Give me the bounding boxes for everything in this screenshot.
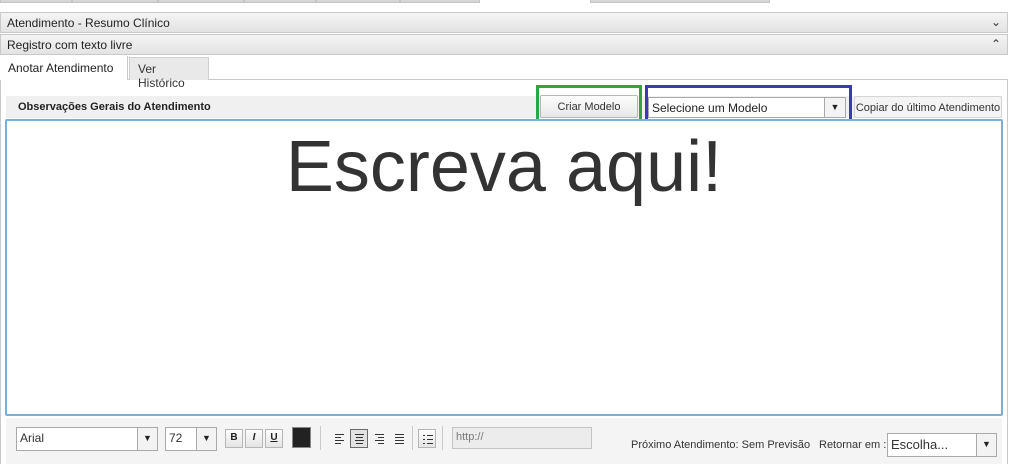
top-tab[interactable] (0, 0, 72, 3)
resumo-clinico-panel-header[interactable]: Atendimento - Resumo Clínico ⌄ (0, 12, 1008, 33)
link-url-value: http:// (456, 431, 484, 443)
registro-texto-livre-panel-header[interactable]: Registro com texto livre ⌃ (0, 34, 1008, 55)
resumo-clinico-title: Atendimento - Resumo Clínico (7, 16, 170, 30)
align-justify-button[interactable] (390, 429, 408, 448)
toolbar-separator (412, 426, 413, 450)
root: Atendimento - Resumo Clínico ⌄ Registro … (0, 0, 1015, 464)
toolbar-separator (442, 426, 443, 450)
dropdown-arrow-icon[interactable]: ▼ (976, 434, 996, 456)
font-size-value: 72 (169, 431, 183, 445)
subtabs-row: Anotar Atendimento Ver Histórico (0, 56, 1008, 90)
top-tabs-strip (0, 0, 1015, 12)
link-url-input[interactable]: http:// (452, 427, 592, 449)
font-family-value: Arial (20, 431, 45, 445)
top-tab[interactable] (590, 0, 770, 3)
retornar-em-select[interactable]: Escolha... ▼ (887, 433, 997, 457)
observacoes-title: Observações Gerais do Atendimento (18, 101, 211, 113)
registro-texto-livre-title: Registro com texto livre (7, 38, 133, 52)
dropdown-arrow-icon[interactable]: ▼ (196, 428, 216, 450)
top-tab[interactable] (72, 0, 158, 3)
editor-content[interactable]: Escreva aqui! (7, 129, 1001, 205)
font-family-select[interactable]: Arial ▼ (16, 427, 158, 451)
text-color-button[interactable] (292, 427, 311, 448)
bullet-list-button[interactable] (418, 429, 436, 448)
proximo-atendimento-label: Próximo Atendimento: Sem Previsão (631, 439, 811, 451)
align-left-button[interactable] (330, 429, 348, 448)
align-center-button[interactable] (350, 429, 368, 448)
font-size-select[interactable]: 72 ▼ (165, 427, 217, 451)
retornar-em-value: Escolha... (891, 437, 949, 452)
top-tab[interactable] (158, 0, 244, 3)
underline-button[interactable]: U (265, 429, 283, 448)
dropdown-arrow-icon[interactable]: ▼ (137, 428, 157, 450)
copiar-ultimo-atendimento-button[interactable]: Copiar do último Atendimento (854, 96, 1002, 118)
top-tab[interactable] (400, 0, 480, 3)
tab-anotar-atendimento[interactable]: Anotar Atendimento (0, 56, 128, 80)
chevron-down-icon[interactable]: ⌄ (991, 15, 1001, 29)
retornar-em-label: Retornar em : (819, 439, 887, 451)
align-right-button[interactable] (370, 429, 388, 448)
bold-button[interactable]: B (225, 429, 243, 448)
chevron-up-icon[interactable]: ⌃ (991, 37, 1001, 51)
italic-button[interactable]: I (245, 429, 263, 448)
top-tab[interactable] (316, 0, 400, 3)
top-tab[interactable] (244, 0, 316, 3)
toolbar-separator (320, 426, 321, 450)
text-editor[interactable]: Escreva aqui! (5, 119, 1003, 416)
tab-ver-historico[interactable]: Ver Histórico (129, 57, 209, 90)
